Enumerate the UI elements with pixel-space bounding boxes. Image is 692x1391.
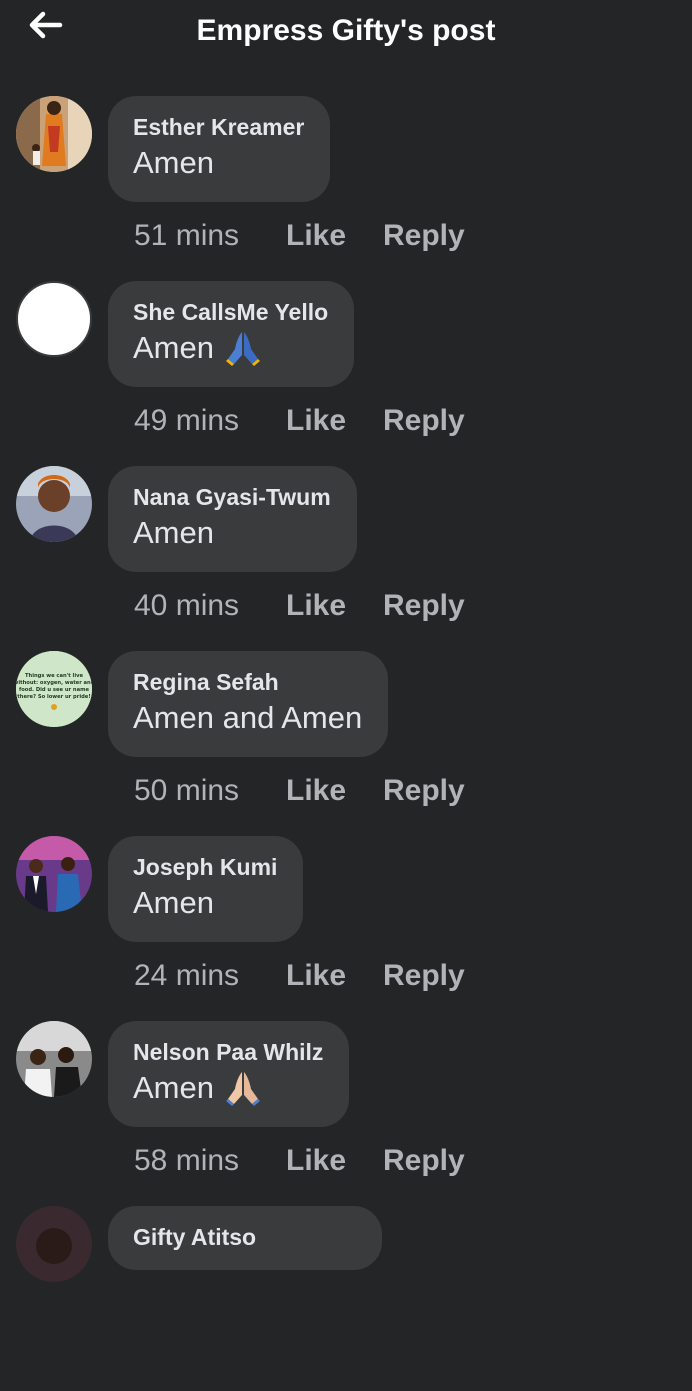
svg-text:Things we can't live: Things we can't live [25,673,84,679]
comment-timestamp[interactable]: 40 mins [134,589,286,623]
top-bar: Empress Gifty's post [0,0,692,66]
comment: Nana Gyasi-Twum Amen 40 mins Like Reply [0,466,692,651]
comment-bubble[interactable]: Esther Kreamer Amen [108,96,331,202]
comment: Nelson Paa Whilz Amen 58 mins Like Reply [0,1021,692,1206]
reply-button[interactable]: Reply [383,589,465,623]
comment-timestamp[interactable]: 58 mins [134,1144,286,1178]
comment-author[interactable]: Gifty Atitso [133,1222,356,1252]
comment-author[interactable]: Regina Sefah [133,667,362,697]
comment-list: Esther Kreamer Amen 51 mins Like Reply S… [0,96,692,1391]
comment-text: Amen and Amen [133,700,363,735]
avatar[interactable] [16,466,92,542]
avatar[interactable] [16,96,92,172]
avatar[interactable] [16,1021,92,1097]
reply-button[interactable]: Reply [383,774,465,808]
comment-text-row: Amen [133,327,328,369]
comment-text: Amen [133,330,214,365]
comment-author[interactable]: Esther Kreamer [133,112,304,142]
comment: Esther Kreamer Amen 51 mins Like Reply [0,96,692,281]
comment-bubble[interactable]: Nelson Paa Whilz Amen [108,1021,350,1127]
comment-text: Amen [133,885,214,920]
comment-text: Amen [133,145,214,180]
comment-actions: 51 mins Like Reply [134,216,465,256]
like-button[interactable]: Like [286,219,383,253]
comment-author[interactable]: Joseph Kumi [133,852,277,882]
like-button[interactable]: Like [286,774,383,808]
comment-actions: 50 mins Like Reply [134,771,465,811]
comment-actions: 24 mins Like Reply [134,956,465,996]
reply-button[interactable]: Reply [383,1144,465,1178]
svg-text:food. Did u see ur name: food. Did u see ur name [19,687,90,693]
praying-hands-icon [224,1069,262,1107]
avatar[interactable] [16,281,92,357]
comment-bubble[interactable]: Gifty Atitso [108,1206,382,1270]
reply-button[interactable]: Reply [383,219,465,253]
like-button[interactable]: Like [286,589,383,623]
svg-text:there? So lower ur pride!: there? So lower ur pride! [17,694,90,700]
page-title: Empress Gifty's post [196,14,496,47]
reply-button[interactable]: Reply [383,959,465,993]
comment-actions: 58 mins Like Reply [134,1141,465,1181]
comment-author[interactable]: Nelson Paa Whilz [133,1037,323,1067]
comment: Things we can't live without: oxygen, wa… [0,651,692,836]
comment-timestamp[interactable]: 51 mins [134,219,286,253]
comment: Joseph Kumi Amen 24 mins Like Reply [0,836,692,1021]
avatar[interactable] [16,836,92,912]
praying-hands-icon [224,329,262,367]
comment-text-row: Amen [133,1067,323,1109]
comment-timestamp[interactable]: 49 mins [134,404,286,438]
comment-timestamp[interactable]: 24 mins [134,959,286,993]
like-button[interactable]: Like [286,1144,383,1178]
comment-bubble[interactable]: She CallsMe Yello Amen [108,281,355,387]
avatar[interactable] [16,1206,92,1282]
avatar-caption: Things we can't live without: oxygen, wa… [16,673,92,700]
like-button[interactable]: Like [286,959,383,993]
comment-author[interactable]: She CallsMe Yello [133,297,328,327]
comment-actions: 49 mins Like Reply [134,401,465,441]
svg-text:without: oxygen, water and: without: oxygen, water and [16,680,92,686]
comment-text: Amen [133,515,214,550]
like-button[interactable]: Like [286,404,383,438]
comment-bubble[interactable]: Joseph Kumi Amen [108,836,304,942]
avatar[interactable]: Things we can't live without: oxygen, wa… [16,651,92,727]
reply-button[interactable]: Reply [383,404,465,438]
comment-text: Amen [133,1070,214,1105]
comment-author[interactable]: Nana Gyasi-Twum [133,482,331,512]
comment: She CallsMe Yello Amen 49 mins Like Repl… [0,281,692,466]
comment-actions: 40 mins Like Reply [134,586,465,626]
comment: Gifty Atitso [0,1206,692,1391]
comment-bubble[interactable]: Regina Sefah Amen and Amen [108,651,389,757]
comment-timestamp[interactable]: 50 mins [134,774,286,808]
comment-bubble[interactable]: Nana Gyasi-Twum Amen [108,466,357,572]
